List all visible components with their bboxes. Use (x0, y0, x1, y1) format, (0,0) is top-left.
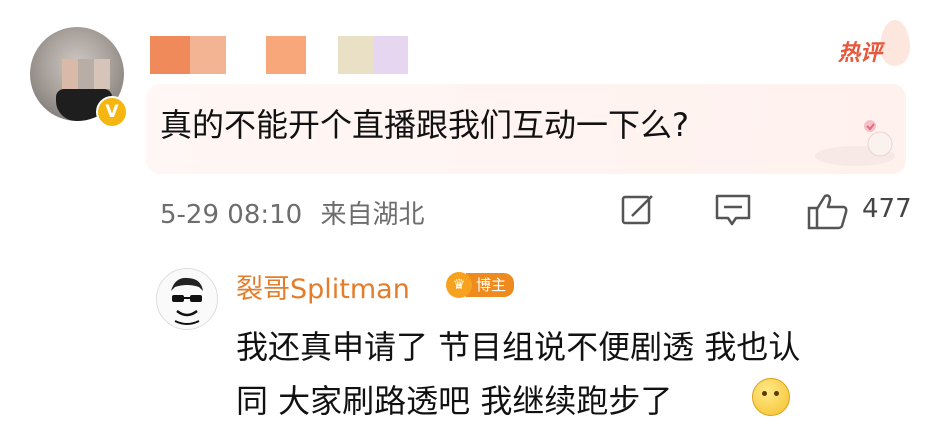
hot-comment-label: 热评 (838, 41, 883, 66)
reply-text-line-1: 我还真申请了 节目组说不便剧透 我也认 (236, 328, 801, 366)
cat-decoration-icon (815, 120, 895, 166)
comment-text: 真的不能开个直播跟我们互动一下么? (160, 106, 689, 144)
smirk-emoji-icon (752, 378, 790, 416)
like-count: 477 (862, 194, 912, 224)
reply-author-avatar[interactable] (156, 268, 218, 330)
blogger-badge-label: 博主 (466, 273, 515, 297)
verified-badge-icon: V (96, 96, 128, 128)
hot-flame-decor (880, 20, 910, 66)
comment-date: 5-29 08:10 (160, 200, 303, 230)
crown-icon: ♛ (446, 272, 472, 298)
reply-author-name[interactable]: 裂哥Splitman (236, 267, 410, 306)
share-icon[interactable] (620, 192, 656, 228)
comment-icon[interactable] (714, 192, 752, 228)
blogger-badge: ♛ 博主 (446, 271, 515, 299)
commenter-name-blurred[interactable] (150, 36, 408, 76)
avatar-mosaic (62, 59, 110, 89)
comment-location: 来自湖北 (320, 200, 425, 230)
comment-meta: 5-29 08:10 来自湖北 (160, 194, 424, 231)
like-icon[interactable] (806, 192, 850, 232)
reply-text-line-2: 同 大家刷路透吧 我继续跑步了 (236, 382, 673, 420)
